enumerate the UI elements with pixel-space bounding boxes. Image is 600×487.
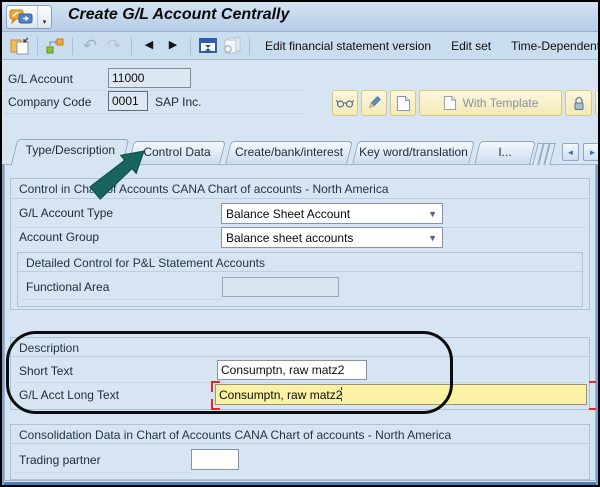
- chevron-down-icon: ▼: [428, 209, 437, 219]
- company-code-label: Company Code: [8, 95, 91, 109]
- edit-cost-element-icon[interactable]: [196, 35, 220, 57]
- description-group-title: Description: [19, 341, 79, 355]
- divider: [15, 472, 191, 473]
- tab-scroll-left-button[interactable]: ◄: [562, 143, 579, 161]
- divider: [11, 356, 589, 357]
- lock-icon: [572, 96, 586, 111]
- window-frame-right: [596, 164, 598, 485]
- trading-partner-label: Trading partner: [19, 453, 101, 467]
- toolbar-divider: [131, 37, 132, 55]
- edit-set-button[interactable]: Edit set: [451, 39, 491, 53]
- consolidation-group-title: Consolidation Data in Chart of Accounts …: [19, 428, 451, 442]
- window-frame-left: [2, 164, 4, 485]
- description-group-box: Description Short Text G/L Acct Long Tex…: [10, 337, 590, 410]
- application-toolbar: ↶ ↷ ◀ ▶ Edit financial statement version…: [2, 32, 598, 60]
- divider: [11, 198, 589, 199]
- gl-account-type-label: G/L Account Type: [19, 206, 113, 220]
- functional-area-input[interactable]: [222, 277, 339, 297]
- window-frame-bottom: [2, 482, 598, 485]
- other-account-icon[interactable]: [8, 35, 32, 57]
- company-code-input[interactable]: [108, 91, 148, 111]
- edit-financial-statement-version-button[interactable]: Edit financial statement version: [265, 39, 431, 53]
- control-group-title: Control in Chart of Accounts CANA Chart …: [19, 182, 389, 196]
- chevron-down-icon: ▼: [428, 233, 437, 243]
- pl-detail-group-box: Detailed Control for P&L Statement Accou…: [17, 252, 583, 307]
- assign-icon[interactable]: [43, 35, 67, 57]
- functional-area-label: Functional Area: [26, 280, 109, 294]
- time-dependent-button[interactable]: Time-Dependent: [511, 39, 600, 53]
- divider: [4, 113, 304, 114]
- title-bar: ▾ Create G/L Account Centrally: [2, 2, 598, 32]
- gl-acct-long-text-label: G/L Acct Long Text: [19, 388, 119, 402]
- divider: [22, 299, 222, 300]
- toolbar-divider: [37, 37, 38, 55]
- sap-services-icon: [7, 6, 37, 28]
- pencil-icon: [366, 95, 382, 111]
- template-document-icon: [443, 95, 457, 111]
- divider: [15, 382, 585, 383]
- tab-type-description[interactable]: Type/Description: [11, 139, 129, 165]
- toolbar-divider: [190, 37, 191, 55]
- tab-control-data[interactable]: Control Data: [128, 141, 226, 164]
- account-group-select[interactable]: Balance sheet accounts ▼: [221, 227, 443, 248]
- clipped-button[interactable]: [595, 90, 600, 116]
- toolbar-divider: [249, 37, 250, 55]
- next-icon[interactable]: ▶: [161, 35, 185, 57]
- new-document-icon: [396, 95, 411, 112]
- gl-account-input[interactable]: [108, 68, 191, 88]
- create-button[interactable]: [390, 90, 416, 116]
- display-button[interactable]: [332, 90, 358, 116]
- system-menu-button[interactable]: ▾: [6, 5, 52, 29]
- text-cursor: [341, 387, 342, 401]
- lock-button[interactable]: [565, 90, 592, 116]
- consolidation-group-box: Consolidation Data in Chart of Accounts …: [10, 424, 590, 480]
- divider: [18, 271, 582, 272]
- tab-information-truncated[interactable]: I...: [474, 141, 536, 164]
- divider: [4, 90, 304, 91]
- trading-partner-input[interactable]: [191, 449, 239, 470]
- system-menu-dropdown-icon[interactable]: ▾: [37, 6, 51, 28]
- redo-icon[interactable]: ↷: [102, 35, 126, 57]
- display-documents-icon[interactable]: [220, 35, 244, 57]
- short-text-label: Short Text: [19, 364, 73, 378]
- account-group-label: Account Group: [19, 230, 99, 244]
- divider: [11, 443, 589, 444]
- tab-create-bank-interest[interactable]: Create/bank/interest: [225, 141, 353, 164]
- gl-account-label: G/L Account: [8, 72, 73, 86]
- toolbar-divider: [72, 37, 73, 55]
- tab-scroll-right-button[interactable]: ►: [583, 143, 600, 161]
- glasses-icon: [336, 97, 354, 109]
- gl-account-type-select[interactable]: Balance Sheet Account ▼: [221, 203, 443, 224]
- page-title: Create G/L Account Centrally: [68, 6, 289, 24]
- control-group-box: Control in Chart of Accounts CANA Chart …: [10, 178, 590, 310]
- company-name-text: SAP Inc.: [155, 95, 201, 109]
- previous-icon[interactable]: ◀: [137, 35, 161, 57]
- undo-icon[interactable]: ↶: [78, 35, 102, 57]
- tab-key-word-translation[interactable]: Key word/translation: [352, 141, 475, 164]
- pl-detail-group-title: Detailed Control for P&L Statement Accou…: [26, 256, 265, 270]
- with-template-button[interactable]: With Template: [419, 90, 562, 116]
- with-template-label: With Template: [463, 96, 539, 110]
- gl-acct-long-text-input[interactable]: [215, 384, 587, 405]
- short-text-input[interactable]: [217, 360, 367, 380]
- change-button[interactable]: [361, 90, 387, 116]
- sap-window: ▾ Create G/L Account Centrally ↶ ↷ ◀ ▶: [0, 0, 600, 487]
